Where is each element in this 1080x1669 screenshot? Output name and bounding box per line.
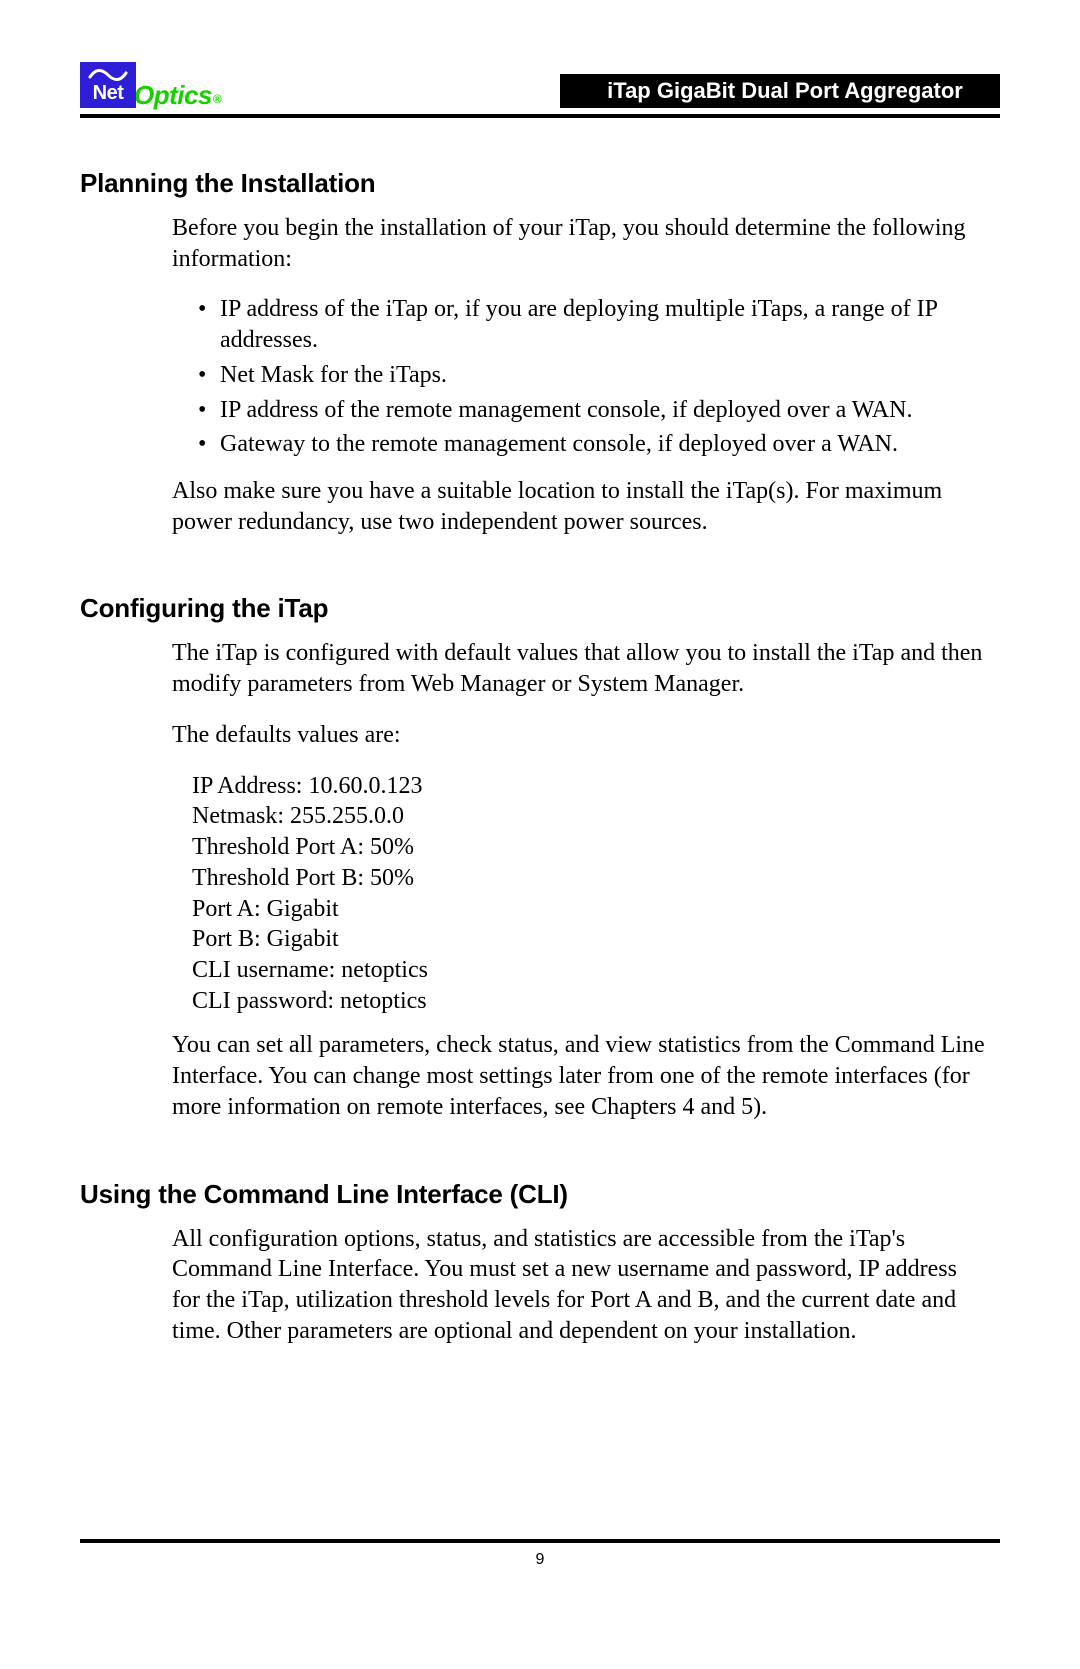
defaults-label: The defaults values are: [172, 720, 990, 751]
heading-planning: Planning the Installation [80, 168, 1000, 199]
footer-rule [80, 1539, 1000, 1543]
heading-configuring: Configuring the iTap [80, 593, 1000, 624]
list-item: Net Mask for the iTaps. [198, 360, 990, 391]
page-footer: 9 [80, 1539, 1000, 1569]
planning-after: Also make sure you have a suitable locat… [172, 476, 990, 537]
configuring-intro: The iTap is configured with default valu… [172, 638, 990, 699]
default-netmask: Netmask: 255.255.0.0 [192, 801, 1000, 832]
brand-logo: Net Optics ® [80, 62, 222, 108]
heading-cli: Using the Command Line Interface (CLI) [80, 1179, 1000, 1210]
default-ip: IP Address: 10.60.0.123 [192, 771, 1000, 802]
logo-net-text: Net [93, 83, 124, 103]
configuring-after: You can set all parameters, check status… [172, 1030, 990, 1122]
list-item: IP address of the iTap or, if you are de… [198, 294, 990, 355]
default-cli-pass: CLI password: netoptics [192, 986, 1000, 1017]
default-port-b: Port B: Gigabit [192, 924, 1000, 955]
defaults-block: IP Address: 10.60.0.123 Netmask: 255.255… [192, 771, 1000, 1017]
planning-bullets: IP address of the iTap or, if you are de… [198, 294, 990, 460]
logo-registered-icon: ® [213, 92, 222, 106]
page-number: 9 [80, 1551, 1000, 1569]
wave-icon [88, 67, 128, 85]
logo-optics-text: Optics [134, 82, 212, 108]
cli-intro: All configuration options, status, and s… [172, 1224, 990, 1347]
logo-mark: Net [80, 62, 136, 108]
list-item: IP address of the remote management cons… [198, 395, 990, 426]
page-content: Planning the Installation Before you beg… [80, 118, 1000, 1346]
default-cli-user: CLI username: netoptics [192, 955, 1000, 986]
planning-intro: Before you begin the installation of you… [172, 213, 990, 274]
list-item: Gateway to the remote management console… [198, 429, 990, 460]
default-threshold-a: Threshold Port A: 50% [192, 832, 1000, 863]
product-title: iTap GigaBit Dual Port Aggregator [560, 74, 1000, 108]
page-header: Net Optics ® iTap GigaBit Dual Port Aggr… [80, 62, 1000, 108]
default-threshold-b: Threshold Port B: 50% [192, 863, 1000, 894]
default-port-a: Port A: Gigabit [192, 894, 1000, 925]
